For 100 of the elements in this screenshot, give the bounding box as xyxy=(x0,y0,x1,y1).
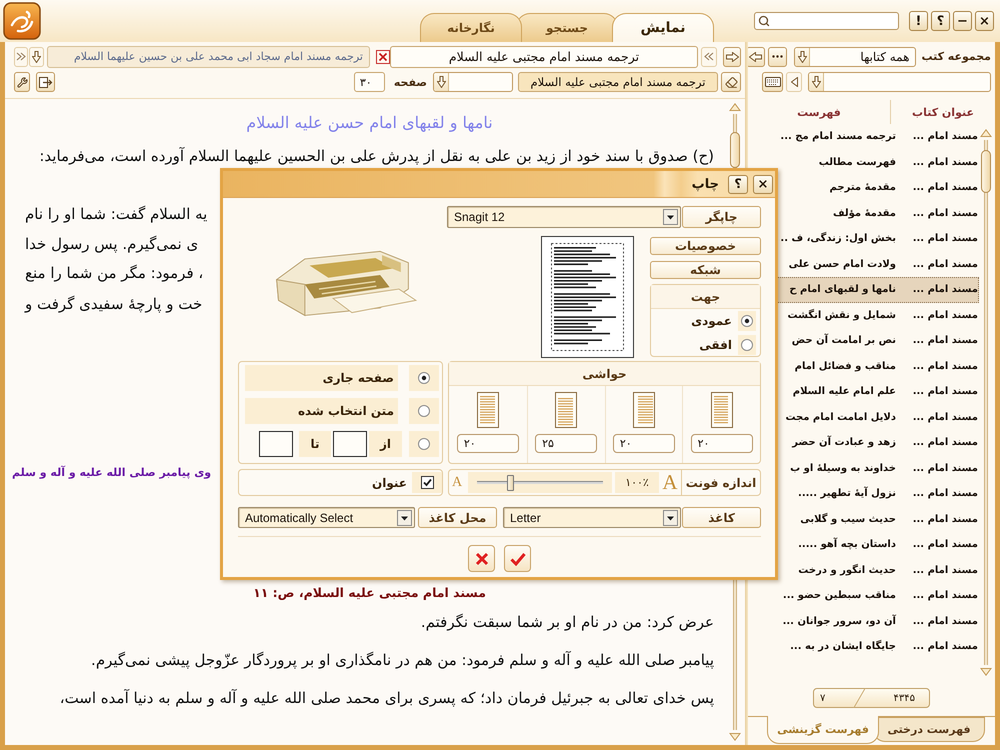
scroll-tabs-button[interactable] xyxy=(14,46,28,66)
close-icon[interactable] xyxy=(376,50,390,64)
arrow-down-icon xyxy=(32,50,41,62)
font-size-reading: ۱۰۰٪ xyxy=(615,472,659,493)
slider-thumb[interactable] xyxy=(506,474,514,490)
book-title-field[interactable]: ترجمه مسند امام مجتبی علیه السلام xyxy=(518,72,718,92)
to-label: تا xyxy=(299,431,331,457)
group-title: جهت xyxy=(651,285,760,309)
list-row[interactable]: مسند امام ... فهرست مطالب xyxy=(750,150,979,175)
arrow-down-icon xyxy=(812,76,820,88)
minimize-button[interactable]: − xyxy=(953,11,972,31)
margin-field[interactable]: ۲۰ xyxy=(456,434,519,453)
search-field[interactable] xyxy=(754,12,899,30)
group-title: حواشی xyxy=(449,362,760,386)
section-title-cell: فهرست مطالب xyxy=(818,156,896,168)
option-label: متن انتخاب شده xyxy=(245,398,398,424)
tabs-list-button[interactable] xyxy=(29,46,44,66)
scroll-tabs-button[interactable] xyxy=(701,46,717,66)
confirm-button[interactable] xyxy=(504,545,531,572)
arrow-down-icon xyxy=(798,50,807,62)
radio-button[interactable] xyxy=(418,372,430,384)
margin-field[interactable]: ۲۵ xyxy=(535,434,598,453)
page-margins-icon xyxy=(555,392,578,428)
paper-dropdown[interactable]: Letter xyxy=(503,507,681,528)
section-title-cell: مقدمهٔ مترجم xyxy=(830,182,896,194)
dropdown-button[interactable] xyxy=(809,73,824,91)
page-dropdown[interactable] xyxy=(433,72,513,92)
more-button[interactable] xyxy=(768,46,788,66)
page-margins-icon xyxy=(710,392,733,428)
list-row[interactable]: مسند امام ... مناقب سبطین حضو ... xyxy=(750,583,979,608)
eraser-button[interactable] xyxy=(721,72,741,92)
network-button[interactable]: شبکه xyxy=(650,261,761,279)
page-field[interactable]: ۳۰ xyxy=(354,72,385,92)
page-reference: مسند امام مجتبی علیه السلام، ص: ۱۱ xyxy=(253,584,486,602)
paper-label: کاغذ xyxy=(682,507,761,528)
list-row[interactable]: مسند امام ... ترجمه مسند امام مج ... xyxy=(750,124,979,150)
paper-source-label: محل کاغذ xyxy=(418,507,497,528)
forward-button[interactable] xyxy=(723,46,741,66)
section-title-cell: مناقب سبطین حضو ... xyxy=(782,590,896,602)
alert-button[interactable]: ! xyxy=(909,11,928,31)
to-page-field[interactable] xyxy=(259,431,293,457)
section-heading: نامها و لقبهای امام حسن علیه السلام xyxy=(246,112,493,134)
previous-button[interactable] xyxy=(786,72,802,92)
cancel-button[interactable] xyxy=(468,545,495,572)
large-font-glyph: A xyxy=(661,472,679,493)
column-header: عنوان کتاب xyxy=(890,100,995,124)
export-button[interactable] xyxy=(36,72,55,92)
from-label: از xyxy=(369,431,402,457)
list-row[interactable]: مسند امام ... جایگاه ایشان در به ... xyxy=(750,634,979,660)
radio-button[interactable] xyxy=(418,405,430,417)
radio-button[interactable] xyxy=(418,438,430,450)
margin-field[interactable]: ۲۰ xyxy=(612,434,675,453)
printer-dropdown[interactable]: Snagit 12 xyxy=(447,206,681,228)
close-button[interactable]: × xyxy=(753,174,773,194)
collection-label: مجموعه کتب xyxy=(921,50,991,63)
radio-button[interactable] xyxy=(741,315,753,327)
eraser-icon xyxy=(724,76,738,88)
scrollbar[interactable] xyxy=(981,140,991,665)
text-line: عرض کرد: من در نام او بر شما سبقت نگرفتم. xyxy=(420,612,714,633)
help-button[interactable]: ؟ xyxy=(931,11,950,31)
more-icon xyxy=(772,55,784,58)
list-row[interactable]: مسند امام ... آن دو، سرور جوانان ... xyxy=(750,608,979,634)
radio-button[interactable] xyxy=(741,339,753,351)
printer-label: چاپگر xyxy=(682,206,761,228)
close-button[interactable]: × xyxy=(975,11,994,31)
book-name-cell: مسند امام ... xyxy=(912,641,978,652)
section-title-cell: بخش اول: زندگی، ف .. xyxy=(780,233,896,244)
section-title-cell: حدیث سیب و گلابی xyxy=(800,514,896,525)
section-title-cell: حدیث انگور و درخت xyxy=(798,564,896,576)
settings-button[interactable] xyxy=(14,72,30,92)
help-button[interactable]: ؟ xyxy=(728,174,748,194)
keyboard-button[interactable] xyxy=(762,72,783,92)
properties-button[interactable]: خصوصیات xyxy=(650,237,761,255)
dialog-title: چاپ xyxy=(692,176,719,192)
book-tab[interactable]: ترجمه مسند امام سجاد ابی محمد علی بن حسین علیهما السلام xyxy=(47,46,370,68)
collection-dropdown[interactable]: همه کتابها xyxy=(794,46,916,66)
export-icon xyxy=(38,76,52,88)
scrollbar-thumb[interactable] xyxy=(730,132,740,168)
dropdown-button[interactable] xyxy=(434,73,449,91)
arrow-left-icon xyxy=(749,52,762,62)
page-margins-icon xyxy=(476,392,499,428)
book-name-cell: مسند امام ... xyxy=(912,335,978,346)
book-name-cell: مسند امام ... xyxy=(912,564,978,576)
check-icon xyxy=(510,552,526,566)
counter-value: ۷ xyxy=(820,692,826,704)
page-margins-icon xyxy=(632,392,655,428)
book-tab[interactable]: ترجمه مسند امام مجتبی علیه السلام xyxy=(390,46,698,68)
margin-field[interactable]: ۲۰ xyxy=(690,434,753,453)
checkbox[interactable] xyxy=(420,476,434,489)
from-page-field[interactable] xyxy=(333,431,367,457)
book-name-cell: مسند امام ... xyxy=(912,488,978,500)
dropdown-button[interactable] xyxy=(795,48,810,66)
title-option-label: عنوان xyxy=(372,476,407,490)
index-tab[interactable]: فهرست گزینشی xyxy=(767,716,879,744)
scrollbar-thumb[interactable] xyxy=(981,150,991,193)
view-tab[interactable]: نمایش xyxy=(612,13,714,42)
section-title-cell: نص بر امامت آن حض xyxy=(792,335,896,346)
paper-source-dropdown[interactable]: Automatically Select xyxy=(238,507,415,528)
index-search-field[interactable] xyxy=(808,72,991,92)
view-tab[interactable]: نگارخانه xyxy=(420,13,522,42)
